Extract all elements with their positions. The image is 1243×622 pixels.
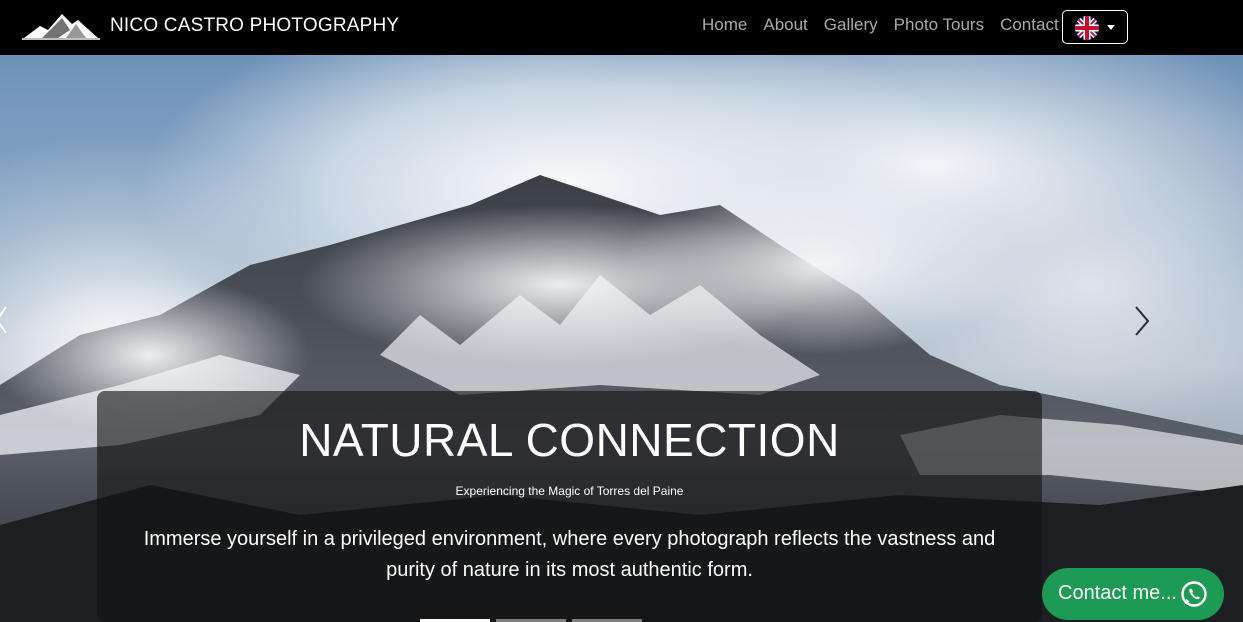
caption-subtitle: Experiencing the Magic of Torres del Pai…	[455, 484, 684, 498]
hero-carousel[interactable]: NATURAL CONNECTION Experiencing the Magi…	[0, 55, 1243, 622]
caption-body: Immerse yourself in a privileged environ…	[143, 528, 996, 581]
brand-title[interactable]: NICO CASTRO PHOTOGRAPHY	[110, 15, 399, 37]
nav-about[interactable]: About	[763, 15, 807, 35]
carousel-caption: NATURAL CONNECTION Experiencing the Magi…	[97, 391, 1042, 622]
nav-photo-tours[interactable]: Photo Tours	[894, 15, 984, 35]
chevron-down-icon	[1107, 25, 1115, 30]
mountain-logo-icon[interactable]	[22, 8, 100, 44]
caption-title: NATURAL CONNECTION	[299, 414, 840, 466]
whatsapp-icon	[1181, 581, 1207, 607]
whatsapp-contact-button[interactable]: Contact me...	[1042, 568, 1224, 620]
language-dropdown-button[interactable]	[1062, 10, 1128, 44]
carousel-prev-arrow-icon[interactable]	[0, 305, 8, 335]
carousel-next-arrow-icon[interactable]	[1133, 305, 1151, 337]
nav-contact[interactable]: Contact	[1000, 15, 1059, 35]
uk-flag-icon	[1075, 16, 1099, 40]
whatsapp-button-label: Contact me...	[1058, 582, 1177, 604]
nav-gallery[interactable]: Gallery	[824, 15, 878, 35]
nav-home[interactable]: Home	[702, 15, 747, 35]
navbar: NICO CASTRO PHOTOGRAPHY Home About Galle…	[0, 0, 1243, 55]
main-nav: Home About Gallery Photo Tours Contact	[702, 15, 1075, 35]
